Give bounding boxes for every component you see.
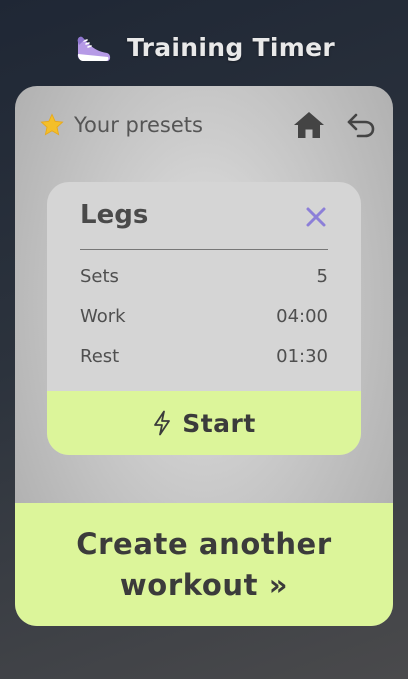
preset-card: Legs Sets 5 Work 04:00 Rest 01:30 Start: [47, 182, 361, 455]
close-icon: [306, 207, 326, 227]
app-title: Training Timer: [127, 32, 335, 62]
home-icon: [294, 112, 324, 138]
star-icon: [40, 113, 64, 136]
presets-header: Your presets: [15, 86, 393, 166]
stat-value: 04:00: [276, 305, 328, 327]
stat-label: Sets: [80, 265, 119, 287]
create-workout-label: Create another workout »: [76, 526, 332, 602]
presets-panel: Your presets Legs Sets 5 Work 04:00 Rest…: [15, 86, 393, 626]
stat-label: Rest: [80, 345, 120, 367]
sneaker-icon: [77, 36, 111, 61]
stat-value: 01:30: [276, 345, 328, 367]
app-header: Training Timer: [0, 24, 408, 70]
start-label: Start: [182, 408, 256, 438]
return-arrow-icon: [347, 113, 375, 138]
stat-value: 5: [316, 265, 328, 287]
start-button[interactable]: Start: [47, 391, 361, 455]
create-workout-button[interactable]: Create another workout »: [15, 503, 393, 626]
card-divider: [80, 249, 328, 250]
presets-title: Your presets: [74, 113, 203, 137]
stat-row-work: Work 04:00: [80, 302, 328, 330]
lightning-icon: [154, 410, 171, 436]
home-button[interactable]: [292, 108, 326, 142]
preset-name: Legs: [80, 200, 149, 230]
stat-label: Work: [80, 305, 126, 327]
back-button[interactable]: [343, 108, 377, 142]
delete-preset-button[interactable]: [301, 202, 331, 232]
presets-heading: Your presets: [39, 108, 203, 142]
stat-row-sets: Sets 5: [80, 262, 328, 290]
stat-row-rest: Rest 01:30: [80, 342, 328, 370]
